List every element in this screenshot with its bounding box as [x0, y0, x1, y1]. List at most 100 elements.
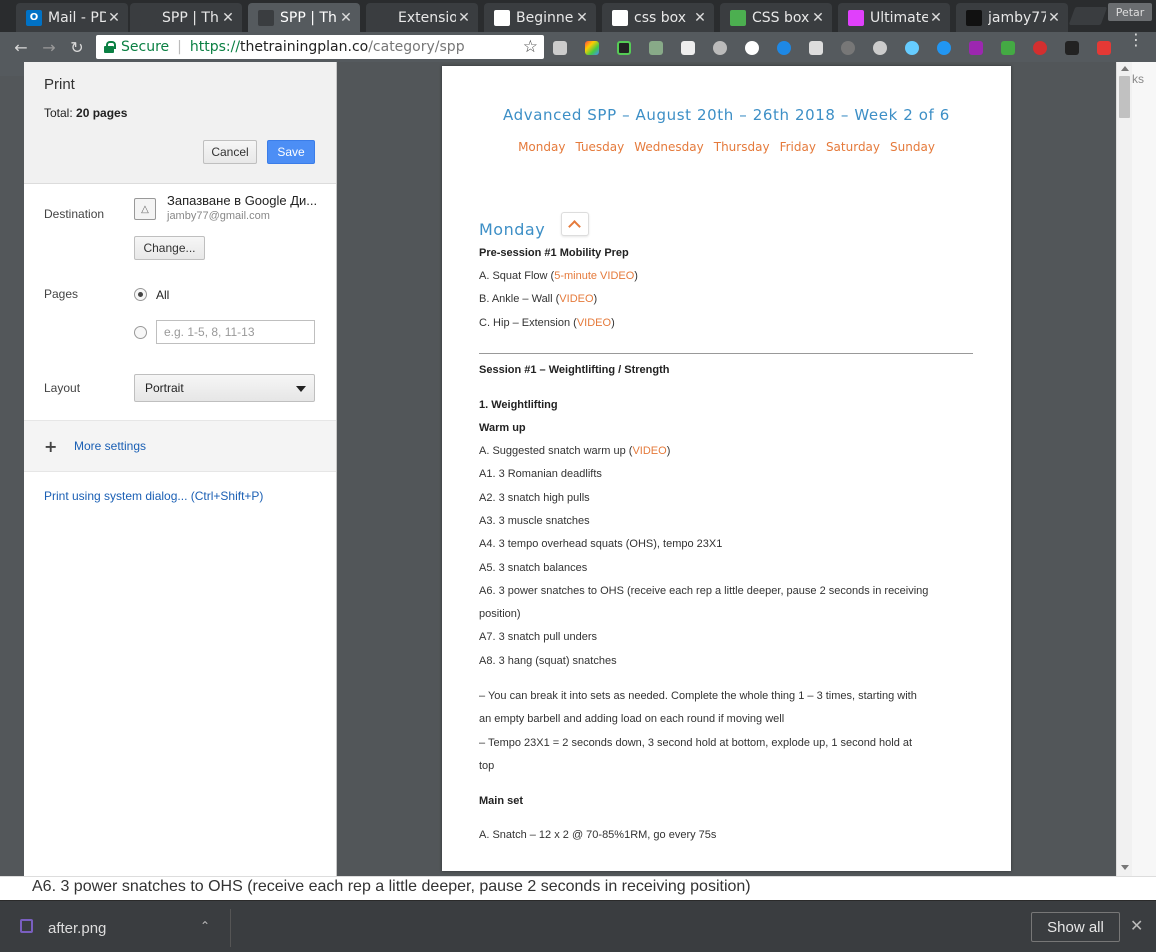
- extension-icon[interactable]: [937, 41, 951, 55]
- react-icon[interactable]: [905, 41, 919, 55]
- tab-title: jamby77: [988, 9, 1046, 26]
- close-icon[interactable]: ✕: [574, 10, 590, 26]
- close-icon[interactable]: ✕: [220, 10, 236, 26]
- pages-label: Pages: [44, 287, 79, 301]
- day-link[interactable]: Tuesday: [575, 140, 624, 154]
- video-link[interactable]: 5-minute VIDEO: [554, 270, 634, 282]
- reload-icon[interactable]: ↻: [68, 38, 86, 57]
- change-destination-button[interactable]: Change...: [134, 236, 205, 260]
- print-header: Print Total: 20 pages Cancel Save: [24, 62, 336, 184]
- browser-tab[interactable]: CSS box ✕: [720, 3, 832, 32]
- pages-all-label: All: [156, 288, 170, 302]
- profile-button[interactable]: Petar: [1108, 3, 1152, 21]
- scroll-down-icon[interactable]: [1121, 865, 1129, 870]
- system-dialog-link[interactable]: Print using system dialog... (Ctrl+Shift…: [44, 489, 263, 503]
- collapse-button[interactable]: [561, 212, 589, 236]
- chevron-up-icon[interactable]: ⌃: [200, 919, 210, 933]
- outlook-icon: O: [26, 9, 42, 26]
- forward-icon[interactable]: →: [40, 38, 58, 57]
- address-bar[interactable]: Secure | https://thetrainingplan.co/cate…: [96, 35, 544, 59]
- more-settings-link[interactable]: More settings: [74, 439, 146, 453]
- page-title: Advanced SPP – August 20th – 26th 2018 –…: [503, 106, 950, 124]
- scroll-up-icon[interactable]: [1121, 66, 1129, 71]
- download-filename[interactable]: after.png: [48, 920, 106, 937]
- pages-range-input[interactable]: e.g. 1-5, 8, 11-13: [156, 320, 315, 344]
- bookmark-star-icon[interactable]: ☆: [523, 37, 538, 57]
- browser-tab[interactable]: Beginner ✕: [484, 3, 596, 32]
- more-settings-row[interactable]: + More settings: [24, 420, 336, 472]
- day-nav: Monday Tuesday Wednesday Thursday Friday Satu…: [442, 140, 1011, 154]
- google-drive-icon: △: [134, 198, 156, 220]
- browser-tab[interactable]: O Mail - PD ✕: [16, 3, 128, 32]
- day-link[interactable]: Monday: [518, 140, 565, 154]
- close-icon[interactable]: ✕: [338, 10, 354, 26]
- new-tab-button[interactable]: [1068, 7, 1108, 25]
- extension-icon[interactable]: [585, 41, 599, 55]
- image-file-icon: [20, 919, 33, 933]
- save-button[interactable]: Save: [267, 140, 315, 164]
- day-link[interactable]: Sunday: [890, 140, 935, 154]
- print-title: Print: [44, 76, 75, 93]
- main-set-item: A. Snatch – 12 x 2 @ 70-85%1RM, go every…: [479, 829, 717, 841]
- extension-icon[interactable]: [681, 41, 695, 55]
- extension-icon[interactable]: [809, 41, 823, 55]
- spellcheck-icon[interactable]: [1033, 41, 1047, 55]
- extension-icon[interactable]: [873, 41, 887, 55]
- pages-custom-radio[interactable]: [134, 326, 147, 339]
- tab-title: Extensio: [398, 9, 456, 26]
- url-path: /category/spp: [368, 39, 465, 55]
- extension-icon[interactable]: [1065, 41, 1079, 55]
- extension-icon[interactable]: [1097, 41, 1111, 55]
- browser-tab[interactable]: Ultimate ✕: [838, 3, 950, 32]
- item-tail: ): [611, 317, 615, 329]
- browser-tab[interactable]: css box ✕: [602, 3, 714, 32]
- extension-icon[interactable]: [745, 41, 759, 55]
- extension-icon[interactable]: [777, 41, 791, 55]
- extension-icon[interactable]: [553, 41, 567, 55]
- preview-page: Advanced SPP – August 20th – 26th 2018 –…: [442, 66, 1011, 871]
- gear-icon[interactable]: [713, 41, 727, 55]
- day-link[interactable]: Friday: [780, 140, 816, 154]
- menu-icon[interactable]: ⋮: [1128, 32, 1144, 48]
- show-all-button[interactable]: Show all: [1031, 912, 1120, 942]
- preview-scrollbar[interactable]: [1116, 62, 1132, 876]
- close-icon[interactable]: ✕: [1046, 10, 1062, 26]
- scroll-thumb[interactable]: [1119, 76, 1130, 118]
- cancel-button[interactable]: Cancel: [203, 140, 257, 164]
- extension-icon[interactable]: [649, 41, 663, 55]
- browser-tab[interactable]: Extensio ✕: [366, 3, 478, 32]
- warmup-item: A7. 3 snatch pull unders: [479, 631, 598, 643]
- layout-select[interactable]: Portrait: [134, 374, 315, 402]
- browser-tab[interactable]: SPP | Th ✕: [130, 3, 242, 32]
- browser-tab[interactable]: jamby77 ✕: [956, 3, 1068, 32]
- background-page-text: A6. 3 power snatches to OHS (receive eac…: [32, 878, 751, 895]
- note-line: an empty barbell and adding load on each…: [479, 713, 785, 725]
- warmup-heading: Warm up: [479, 422, 526, 434]
- video-link[interactable]: VIDEO: [559, 293, 593, 305]
- item-tail: ): [634, 270, 638, 282]
- close-icon[interactable]: ✕: [692, 10, 708, 26]
- extension-icon[interactable]: [969, 41, 983, 55]
- day-link[interactable]: Saturday: [826, 140, 880, 154]
- url-host: thetrainingplan.co: [240, 39, 369, 55]
- close-icon[interactable]: ✕: [106, 10, 122, 26]
- pre-session-item: A. Squat Flow (5-minute VIDEO): [479, 270, 638, 282]
- browser-toolbar: ← → ↻ Secure | https://thetrainingplan.c…: [0, 32, 1156, 62]
- github-icon: [966, 9, 982, 26]
- video-link[interactable]: VIDEO: [632, 445, 666, 457]
- browser-tab[interactable]: SPP | Th ✕: [248, 3, 360, 32]
- day-link[interactable]: Wednesday: [634, 140, 703, 154]
- extension-icon[interactable]: [841, 41, 855, 55]
- close-icon[interactable]: ✕: [928, 10, 944, 26]
- plus-icon: +: [44, 437, 58, 456]
- close-icon[interactable]: ✕: [1130, 916, 1143, 935]
- video-link[interactable]: VIDEO: [577, 317, 611, 329]
- warmup-item: A4. 3 tempo overhead squats (OHS), tempo…: [479, 538, 723, 550]
- extension-icon[interactable]: [617, 41, 631, 55]
- extension-icon[interactable]: [1001, 41, 1015, 55]
- pages-all-radio[interactable]: [134, 288, 147, 301]
- back-icon[interactable]: ←: [12, 38, 30, 57]
- close-icon[interactable]: ✕: [810, 10, 826, 26]
- close-icon[interactable]: ✕: [456, 10, 472, 26]
- day-link[interactable]: Thursday: [714, 140, 770, 154]
